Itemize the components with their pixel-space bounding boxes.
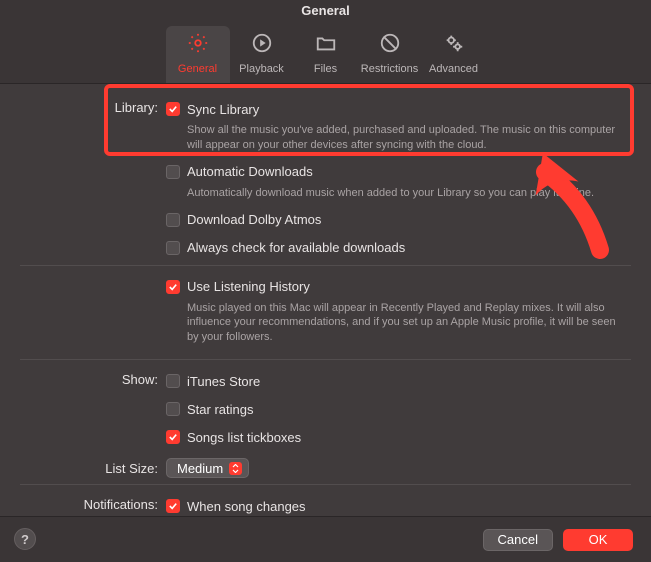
song-changes-checkbox[interactable] (166, 499, 180, 513)
sync-library-description: Show all the music you've added, purchas… (166, 120, 631, 161)
tab-playback[interactable]: Playback (230, 26, 294, 83)
tab-restrictions[interactable]: Restrictions (358, 26, 422, 83)
tab-label: Restrictions (361, 63, 418, 75)
check-downloads-label: Always check for available downloads (187, 240, 405, 255)
tab-label: General (178, 63, 217, 75)
notifications-section-label: Notifications: (20, 495, 166, 512)
check-downloads-checkbox[interactable] (166, 241, 180, 255)
gear-icon (166, 32, 230, 57)
help-button[interactable]: ? (14, 528, 36, 550)
list-size-value: Medium (177, 461, 223, 476)
itunes-store-label: iTunes Store (187, 374, 260, 389)
no-entry-icon (358, 32, 422, 57)
listening-history-description: Music played on this Mac will appear in … (166, 298, 631, 354)
divider (20, 484, 631, 485)
tab-label: Files (314, 63, 337, 75)
automatic-downloads-label: Automatic Downloads (187, 164, 313, 179)
tab-label: Playback (239, 63, 284, 75)
dolby-atmos-label: Download Dolby Atmos (187, 212, 321, 227)
list-size-label: List Size: (20, 461, 166, 476)
tab-advanced[interactable]: Advanced (422, 26, 486, 83)
window-title: General (0, 0, 651, 22)
sync-library-checkbox[interactable] (166, 102, 180, 116)
songs-tickboxes-checkbox[interactable] (166, 430, 180, 444)
show-section-label: Show: (20, 370, 166, 387)
preferences-content: Library: Sync Library Show all the music… (0, 84, 651, 517)
gears-icon (422, 32, 486, 57)
automatic-downloads-description: Automatically download music when added … (166, 183, 631, 209)
star-ratings-label: Star ratings (187, 402, 253, 417)
divider (20, 265, 631, 266)
folder-icon (294, 32, 358, 57)
preferences-toolbar: General Playback Files Restrictions Adva… (0, 22, 651, 84)
tab-general[interactable]: General (166, 26, 230, 83)
song-changes-label: When song changes (187, 499, 306, 514)
listening-history-label: Use Listening History (187, 279, 310, 294)
star-ratings-checkbox[interactable] (166, 402, 180, 416)
songs-tickboxes-label: Songs list tickboxes (187, 430, 301, 445)
list-size-select[interactable]: Medium (166, 458, 249, 478)
itunes-store-checkbox[interactable] (166, 374, 180, 388)
sync-library-label: Sync Library (187, 102, 259, 117)
play-icon (230, 32, 294, 57)
tab-label: Advanced (429, 63, 478, 75)
tab-files[interactable]: Files (294, 26, 358, 83)
library-section-label: Library: (20, 98, 166, 115)
cancel-button[interactable]: Cancel (483, 529, 553, 551)
dolby-atmos-checkbox[interactable] (166, 213, 180, 227)
listening-history-checkbox[interactable] (166, 280, 180, 294)
divider (20, 359, 631, 360)
dialog-footer: ? Cancel OK (0, 516, 651, 562)
ok-button[interactable]: OK (563, 529, 633, 551)
automatic-downloads-checkbox[interactable] (166, 165, 180, 179)
chevron-up-down-icon (229, 462, 242, 475)
